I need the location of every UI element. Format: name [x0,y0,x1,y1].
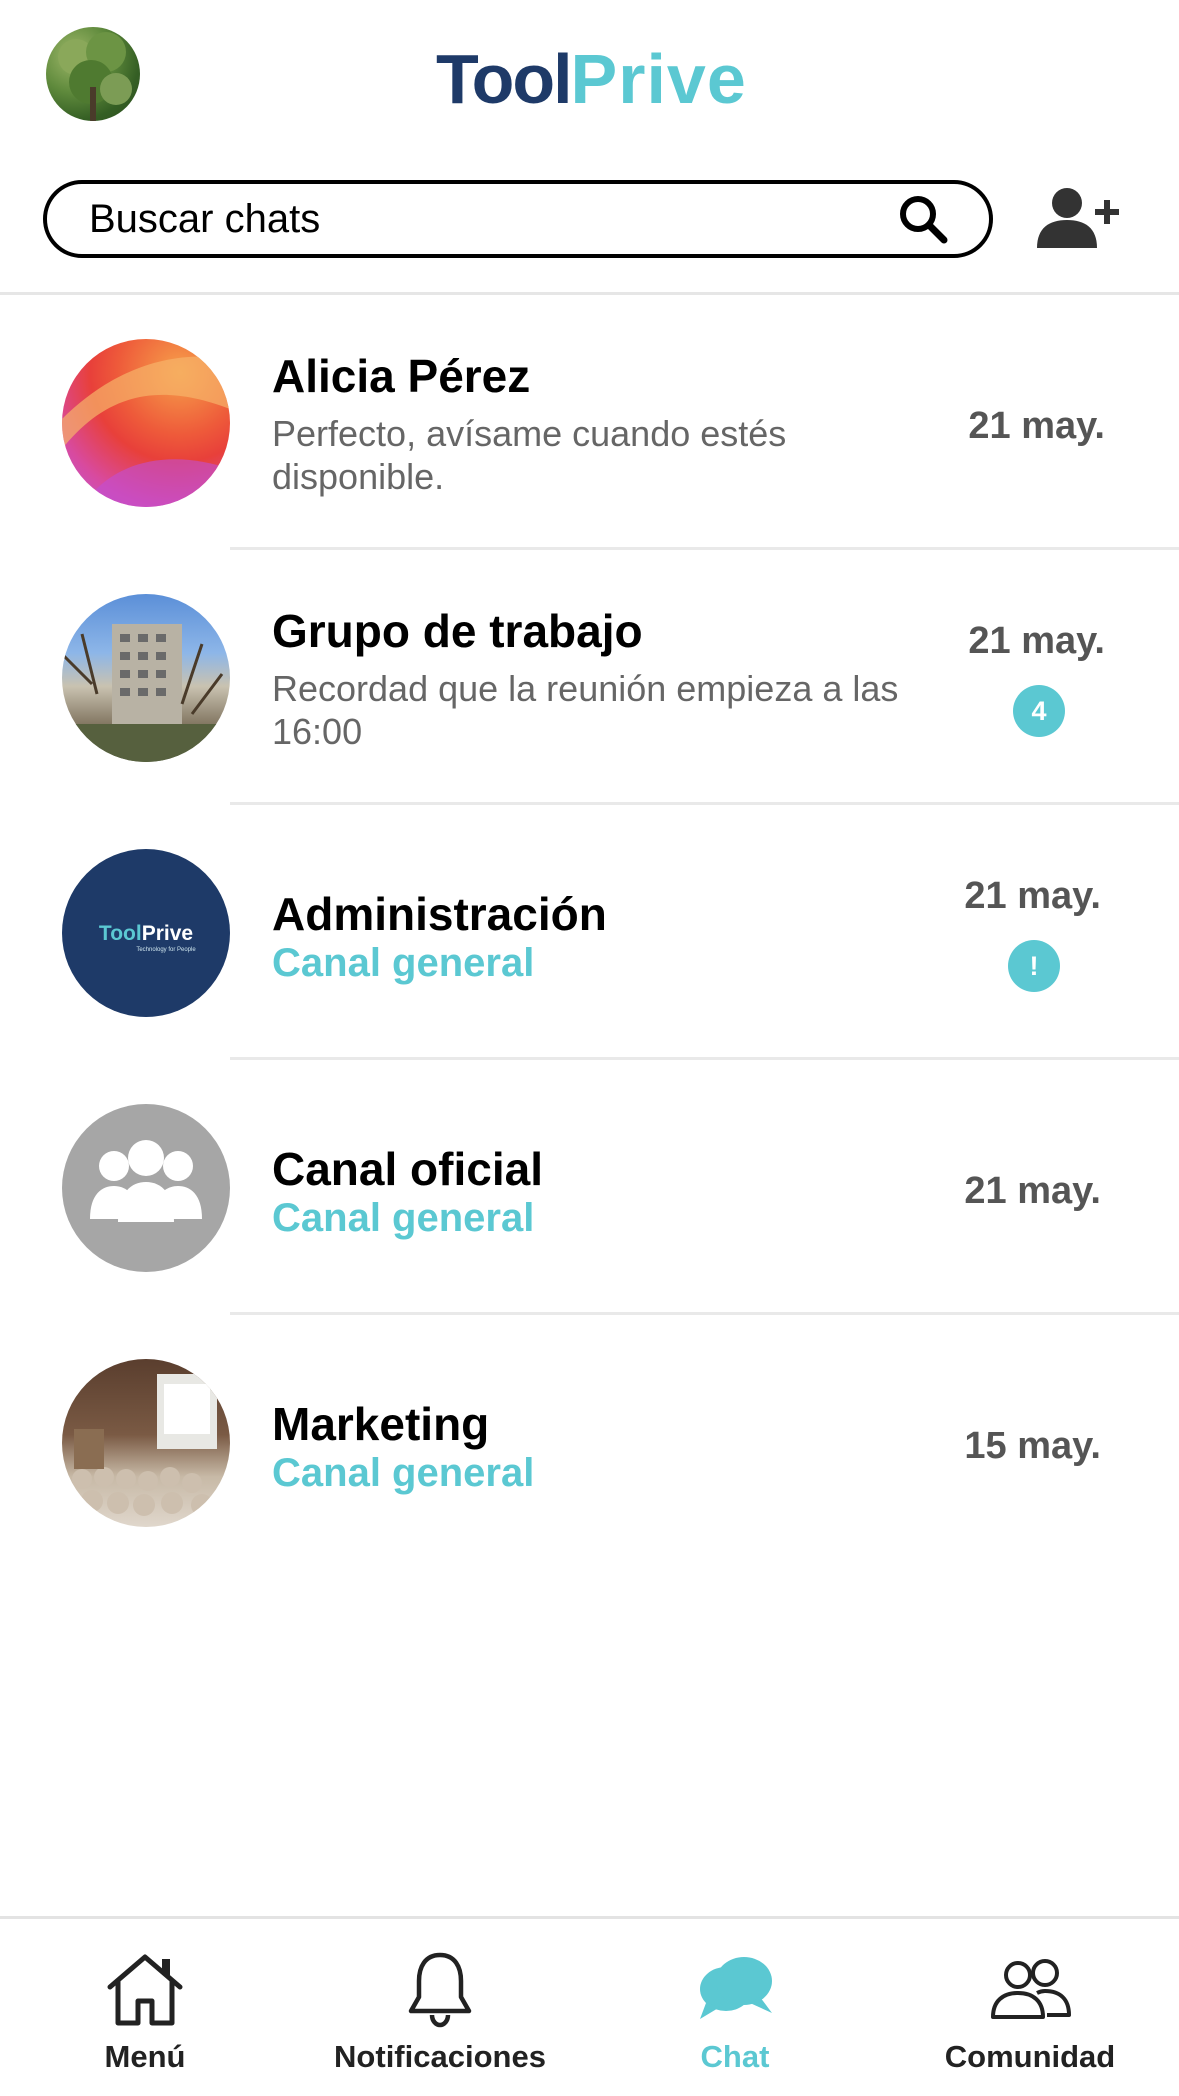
group-avatar [62,594,230,762]
add-contact-icon[interactable] [1034,186,1124,252]
chat-channel-label: Canal general [272,1451,535,1495]
chat-date: 21 may. [964,875,1101,917]
unread-count-badge: 4 [1013,685,1065,737]
search-icon[interactable] [893,189,953,249]
chat-bubbles-icon [700,1957,772,2019]
alert-badge: ! [1008,940,1060,992]
chat-preview: Perfecto, avísame cuando estés disponibl… [272,413,787,497]
chat-row-alicia-perez[interactable]: Alicia Pérez Perfecto, avísame cuando es… [0,295,1179,550]
chat-date: 21 may. [964,1170,1101,1212]
nav-notifications-label: Notificaciones [334,2039,546,2074]
avatar-logo-tool-text: Tool [98,921,142,945]
chat-channel-label: Canal general [272,1196,535,1240]
chat-preview: Recordad que la reunión empieza a las 16… [272,668,899,752]
nav-community-label: Comunidad [944,2039,1116,2074]
chat-channel-label: Canal general [272,941,535,985]
contact-avatar [62,339,230,507]
nav-menu[interactable]: Menú [0,1919,290,2096]
avatar-logo-tagline: Technology for People [136,946,196,953]
home-icon [107,1954,183,2026]
chat-name: Marketing [272,1398,490,1450]
chat-row-marketing[interactable]: Marketing Canal general 15 may. [0,1315,1179,1570]
nav-chat[interactable]: Chat [590,1919,880,2096]
chat-date: 21 may. [968,405,1105,447]
chat-date: 21 may. [968,620,1105,662]
avatar-logo-prive-text: Prive [141,921,194,945]
chat-list: Alicia Pérez Perfecto, avísame cuando es… [0,295,1179,1570]
chat-name: Canal oficial [272,1143,543,1195]
chat-name: Administración [272,888,607,940]
group-icon-avatar [62,1104,230,1272]
nav-menu-label: Menú [104,2039,186,2074]
chat-name: Alicia Pérez [272,350,531,402]
nav-notifications[interactable]: Notificaciones [295,1919,585,2096]
profile-avatar[interactable] [46,27,140,121]
toolprive-avatar: Tool Prive Technology for People [62,849,230,1017]
community-icon [991,1959,1071,2019]
chat-row-administracion[interactable]: Tool Prive Technology for People Adminis… [0,805,1179,1060]
logo-tool-text: Tool [436,40,573,118]
app-header: Tool Prive [0,0,1179,300]
bottom-navigation: Menú Notificaciones Chat Comunidad [0,1916,1179,2096]
chat-date: 15 may. [964,1425,1101,1467]
group-avatar [62,1359,230,1527]
bell-icon [408,1952,472,2028]
nav-community[interactable]: Comunidad [885,1919,1175,2096]
search-input[interactable] [47,188,893,250]
search-bar[interactable] [43,180,993,258]
chat-name: Grupo de trabajo [272,605,643,657]
chat-row-canal-oficial[interactable]: Canal oficial Canal general 21 may. [0,1060,1179,1315]
logo-prive-text: Prive [570,40,747,118]
people-group-icon [90,1140,202,1222]
chat-row-grupo-de-trabajo[interactable]: Grupo de trabajo Recordad que la reunión… [0,550,1179,805]
app-logo: Tool Prive [436,38,747,114]
nav-chat-label: Chat [700,2039,770,2074]
